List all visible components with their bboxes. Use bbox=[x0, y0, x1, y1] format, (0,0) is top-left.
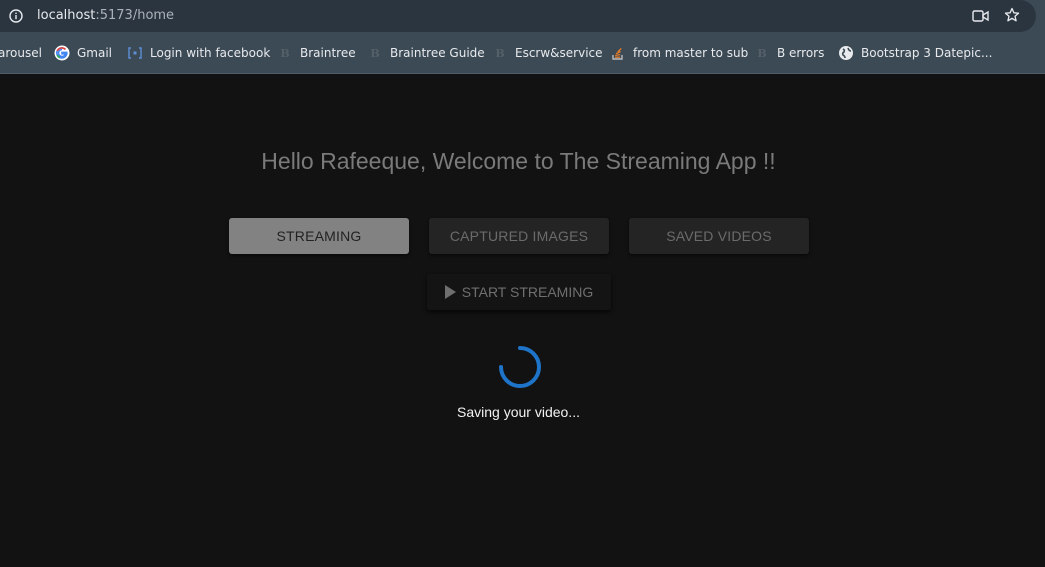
start-streaming-label: START STREAMING bbox=[461, 284, 594, 300]
bookmark-label: B errors bbox=[777, 46, 825, 60]
bookmark-bootstrap-datepicker[interactable]: Bootstrap 3 Datepic... bbox=[838, 41, 992, 65]
loading-spinner bbox=[499, 346, 541, 388]
bookmark-master-to-sub[interactable]: from master to sub bbox=[610, 41, 748, 65]
bookmark-label: arousel bbox=[0, 46, 42, 60]
saving-status-text: Saving your video... bbox=[457, 404, 580, 420]
google-icon bbox=[54, 45, 70, 61]
bookmark-carousel[interactable]: arousel bbox=[0, 41, 42, 65]
welcome-heading: Hello Rafeeque, Welcome to The Streaming… bbox=[261, 148, 776, 174]
bookmark-label: Login with facebook bbox=[150, 46, 271, 60]
bookmark-braintree[interactable]: B Braintree bbox=[277, 41, 356, 65]
start-streaming-button[interactable]: START STREAMING bbox=[427, 274, 611, 310]
b-icon: B bbox=[370, 46, 380, 60]
bookmark-escrow-service[interactable]: B Escrw&service bbox=[492, 41, 603, 65]
stackoverflow-icon bbox=[612, 48, 623, 60]
saved-videos-tab-button[interactable]: SAVED VIDEOS bbox=[629, 218, 809, 254]
bookmark-star-icon[interactable] bbox=[1004, 7, 1020, 23]
bookmark-login-facebook[interactable]: Login with facebook bbox=[127, 41, 270, 65]
captured-images-tab-button[interactable]: CAPTURED IMAGES bbox=[429, 218, 609, 254]
bookmark-label: Bootstrap 3 Datepic... bbox=[861, 46, 993, 60]
camera-icon[interactable] bbox=[972, 8, 989, 24]
bookmark-b-errors[interactable]: B B errors bbox=[754, 41, 824, 65]
b-icon: B bbox=[280, 46, 290, 60]
bookmarks-bar: arousel Gmail Login with facebook B Brai… bbox=[0, 41, 1045, 65]
bookmark-braintree-guide[interactable]: B Braintree Guide bbox=[367, 41, 485, 65]
browser-toolbar: localhost:5173/home arousel Gmail Login … bbox=[0, 0, 1045, 74]
info-icon[interactable] bbox=[9, 9, 23, 23]
bookmark-label: Braintree Guide bbox=[390, 46, 485, 60]
url-path: :5173/home bbox=[95, 8, 175, 23]
bookmark-gmail[interactable]: Gmail bbox=[54, 41, 112, 65]
bookmark-label: from master to sub bbox=[633, 46, 749, 60]
address-bar[interactable]: localhost:5173/home bbox=[0, 0, 1036, 32]
bracket-icon bbox=[128, 47, 142, 59]
play-icon bbox=[444, 285, 456, 299]
bookmark-label: Braintree bbox=[300, 46, 356, 60]
app-page: Hello Rafeeque, Welcome to The Streaming… bbox=[0, 74, 1045, 567]
bookmark-label: Gmail bbox=[77, 46, 113, 60]
url-text[interactable]: localhost:5173/home bbox=[37, 8, 174, 23]
globe-icon bbox=[839, 46, 853, 60]
url-host: localhost bbox=[37, 8, 96, 23]
bookmark-label: Escrw&service bbox=[515, 46, 603, 60]
streaming-tab-button[interactable]: STREAMING bbox=[229, 218, 409, 254]
b-icon: B bbox=[757, 46, 767, 60]
b-icon: B bbox=[495, 46, 505, 60]
